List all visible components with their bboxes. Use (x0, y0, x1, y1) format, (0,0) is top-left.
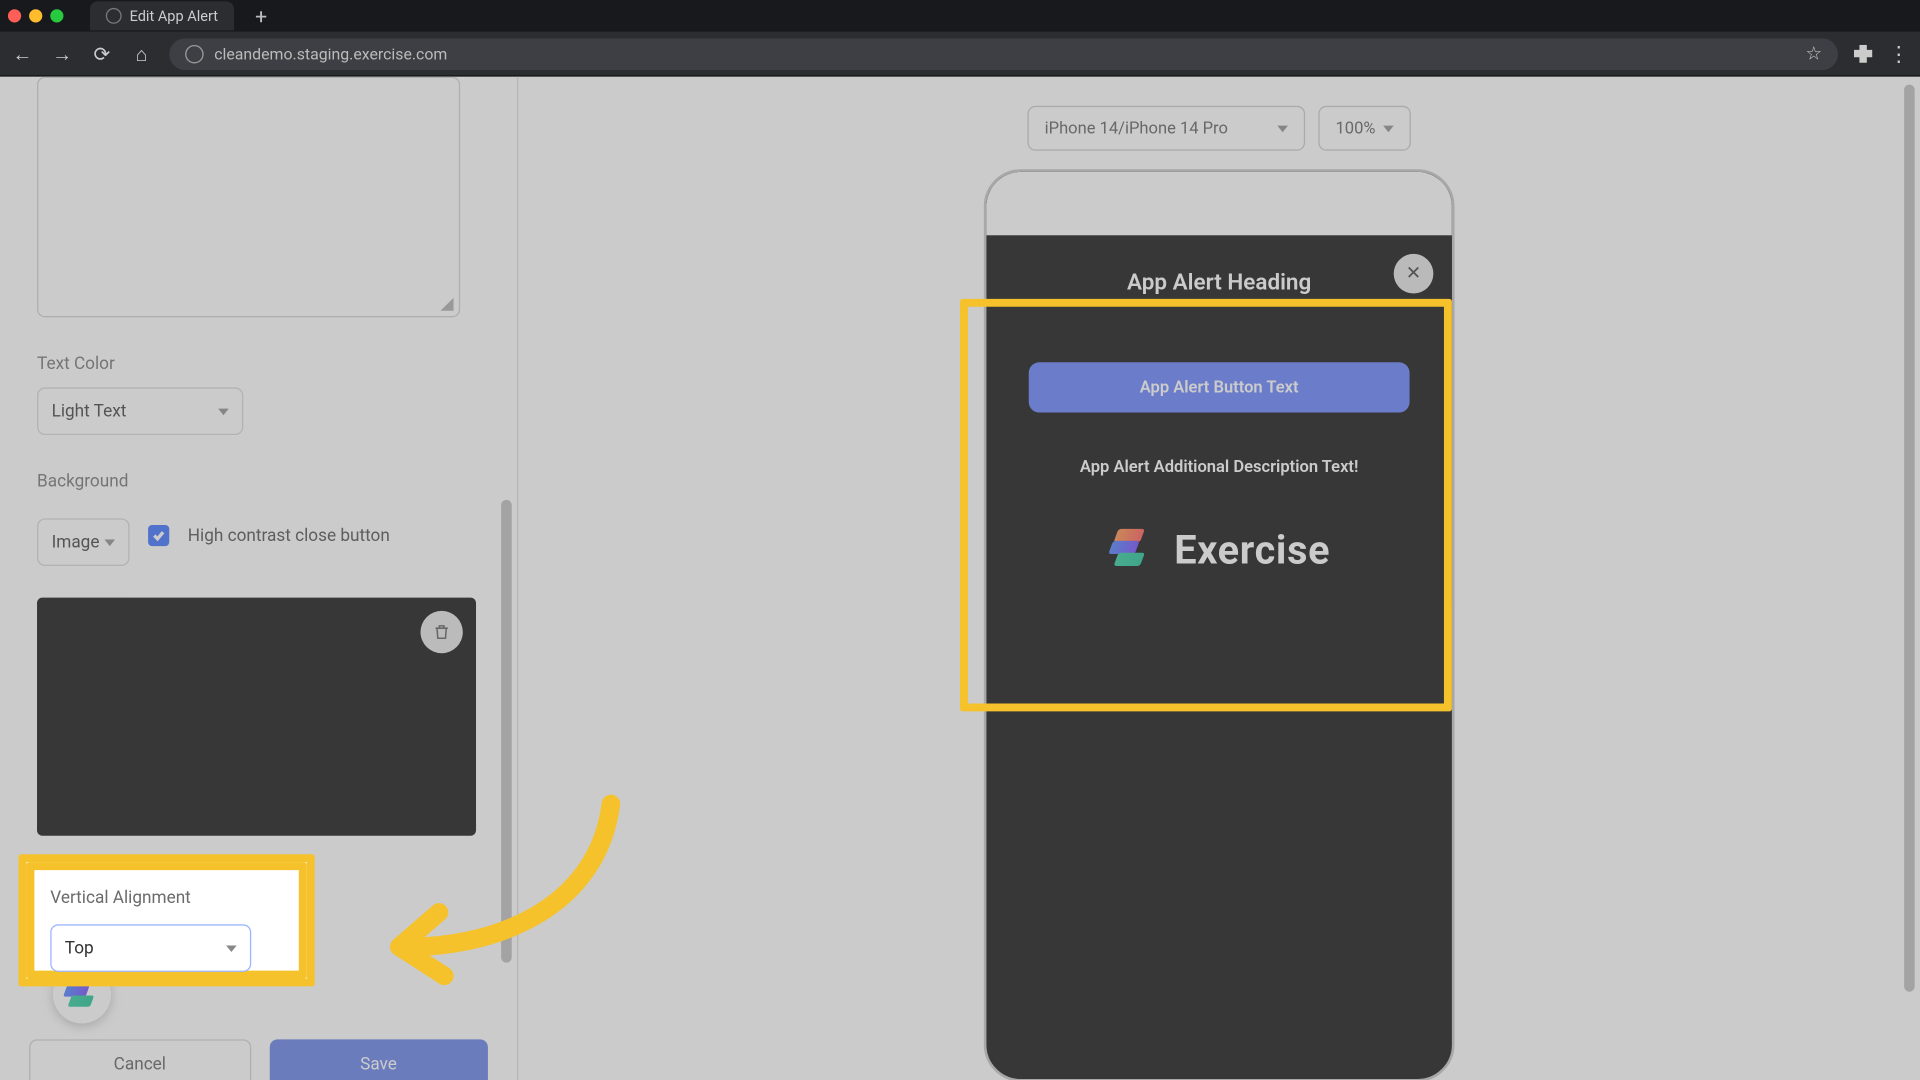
reload-icon[interactable]: ⟳ (90, 42, 114, 66)
url-text: cleandemo.staging.exercise.com (214, 44, 447, 63)
vertical-alignment-select[interactable]: Top (37, 911, 243, 959)
chevron-down-icon (218, 932, 229, 939)
tab-bar: Edit App Alert + (0, 0, 1920, 32)
home-icon[interactable]: ⌂ (130, 42, 154, 66)
high-contrast-checkbox[interactable] (148, 525, 169, 546)
select-value: 100% (1336, 118, 1376, 138)
alert-heading: App Alert Heading (1013, 270, 1426, 296)
minimize-window-icon[interactable] (29, 9, 42, 22)
select-value: iPhone 14/iPhone 14 Pro (1045, 118, 1228, 138)
settings-panel: Text Color Light Text Background Image (0, 77, 518, 1080)
close-alert-button[interactable]: ✕ (1394, 254, 1434, 294)
address-bar: ← → ⟳ ⌂ cleandemo.staging.exercise.com ☆… (0, 32, 1920, 77)
menu-icon[interactable]: ⋮ (1888, 41, 1909, 66)
description-textarea[interactable] (37, 77, 460, 318)
new-tab-button[interactable]: + (245, 3, 278, 28)
device-notch-area (986, 172, 1451, 235)
page: Text Color Light Text Background Image (0, 77, 1920, 1080)
alert-cta-button[interactable]: App Alert Button Text (1029, 362, 1410, 412)
scrollbar[interactable] (1904, 77, 1915, 1080)
close-window-icon[interactable] (8, 9, 21, 22)
high-contrast-label: High contrast close button (188, 526, 390, 546)
brand-mark-icon (1108, 528, 1153, 573)
back-icon[interactable]: ← (11, 42, 35, 66)
select-value: Top (52, 925, 81, 945)
chevron-down-icon (104, 539, 115, 546)
extensions-icon[interactable] (1854, 44, 1873, 63)
text-color-select[interactable]: Light Text (37, 387, 243, 435)
chevron-down-icon (1277, 125, 1288, 132)
url-bar[interactable]: cleandemo.staging.exercise.com ☆ (169, 38, 1838, 70)
save-button[interactable]: Save (269, 1039, 488, 1080)
window-controls[interactable] (8, 9, 64, 22)
scrollbar-thumb[interactable] (501, 500, 512, 963)
browser-window: Edit App Alert + ← → ⟳ ⌂ cleandemo.stagi… (0, 0, 1920, 1080)
brand-row: Exercise (1013, 528, 1426, 574)
chevron-down-icon (218, 408, 229, 415)
app-alert-preview: ✕ App Alert Heading App Alert Button Tex… (986, 235, 1451, 605)
device-select[interactable]: iPhone 14/iPhone 14 Pro (1027, 106, 1305, 151)
chevron-down-icon (1383, 125, 1394, 132)
vertical-alignment-label: Vertical Alignment (37, 878, 488, 898)
background-label: Background (37, 472, 501, 492)
alert-description: App Alert Additional Description Text! (1013, 458, 1426, 478)
zoom-select[interactable]: 100% (1318, 106, 1411, 151)
globe-icon (106, 8, 122, 24)
bookmark-icon[interactable]: ☆ (1806, 43, 1823, 64)
forward-icon[interactable]: → (50, 42, 74, 66)
delete-image-button[interactable] (420, 611, 462, 653)
background-image-preview (37, 598, 476, 836)
preview-area: iPhone 14/iPhone 14 Pro 100% ✕ App Alert… (518, 77, 1920, 1080)
select-value: Image (52, 532, 100, 552)
cancel-button[interactable]: Cancel (29, 1039, 250, 1080)
brand-name: Exercise (1174, 528, 1330, 574)
scrollbar[interactable] (501, 77, 512, 1021)
text-color-label: Text Color (37, 354, 501, 374)
preview-controls: iPhone 14/iPhone 14 Pro 100% (1027, 106, 1410, 151)
scrollbar-thumb[interactable] (1904, 85, 1915, 993)
tab-title: Edit App Alert (130, 7, 218, 24)
background-select[interactable]: Image (37, 518, 130, 566)
brand-mark-icon (63, 975, 101, 1013)
badge-count: 57 (91, 957, 119, 974)
maximize-window-icon[interactable] (50, 9, 63, 22)
device-frame: ✕ App Alert Heading App Alert Button Tex… (984, 169, 1455, 1080)
app-launcher-badge[interactable]: 57 (53, 965, 111, 1023)
panel-footer: Cancel Save Ta (0, 1021, 517, 1080)
select-value: Light Text (52, 401, 127, 421)
browser-tab[interactable]: Edit App Alert (90, 1, 234, 30)
globe-icon (185, 44, 204, 63)
